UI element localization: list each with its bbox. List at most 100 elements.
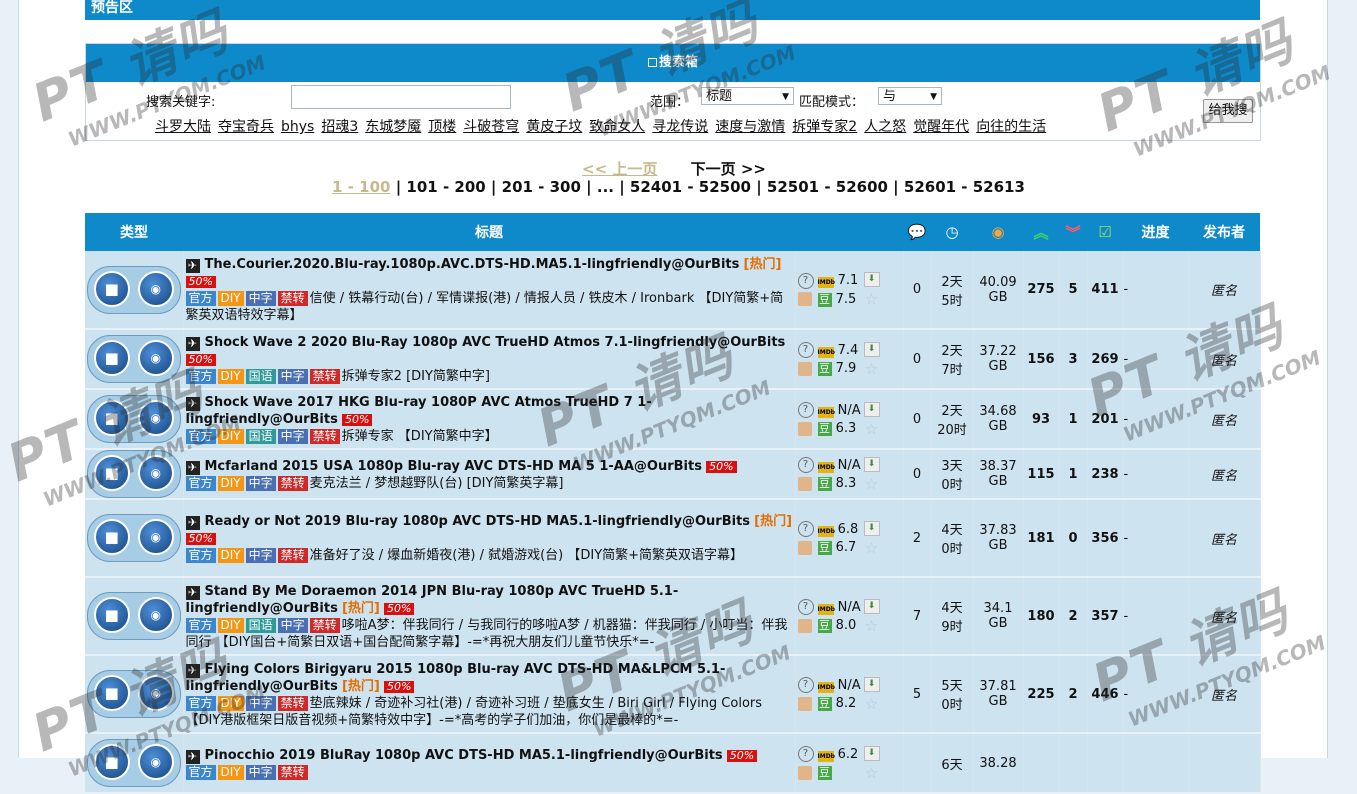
comments-count[interactable]: 0 — [903, 329, 932, 390]
hot-keyword-link[interactable]: 斗破苍穹 — [463, 119, 519, 135]
next-page-link[interactable]: 下一页 >> — [691, 160, 766, 178]
comments-count[interactable]: 5 — [903, 655, 932, 734]
search-box-header[interactable]: 搜索箱 — [86, 44, 1260, 82]
table-row[interactable]: ■ ◉ ✈ Pinocchio 2019 BluRay 1080p AVC DTS… — [85, 733, 1261, 794]
hot-keyword-link[interactable]: 斗罗大陆 — [155, 119, 211, 135]
rss-icon[interactable] — [797, 292, 812, 306]
completed-count[interactable]: 238 — [1087, 449, 1124, 500]
completed-count[interactable]: 201 — [1087, 389, 1124, 450]
bookmark-star-icon[interactable]: ☆ — [865, 361, 878, 377]
col-type[interactable]: 类型 — [85, 213, 183, 251]
download-icon[interactable]: ⬇ — [863, 745, 880, 761]
scope-select[interactable]: 标题 ▼ — [701, 87, 794, 105]
completed-icon[interactable]: ☑ — [1098, 223, 1111, 241]
col-seeders[interactable]: ︽ — [1023, 213, 1059, 251]
seeders-count[interactable]: 93 — [1023, 389, 1060, 450]
comments-count[interactable]: 7 — [903, 577, 932, 656]
category-cell[interactable]: ■ ◉ — [85, 329, 184, 390]
download-icon[interactable]: ⬇ — [863, 272, 880, 287]
download-icon[interactable]: ⬇ — [863, 401, 880, 417]
category-cell[interactable]: ■ ◉ — [85, 733, 184, 794]
leechers-count[interactable]: 1 — [1059, 389, 1088, 450]
seeders-count[interactable] — [1023, 733, 1060, 794]
rss-icon[interactable] — [797, 361, 812, 376]
bluray-category-icon[interactable]: ■ ◉ — [86, 514, 181, 562]
table-row[interactable]: ■ ◉ ✈ The.Courier.2020.Blu-ray.1080p.AVC.… — [85, 251, 1261, 330]
completed-count[interactable]: 356 — [1087, 499, 1124, 578]
page-link[interactable]: 101 - 200 — [406, 178, 485, 196]
torrent-title-link[interactable]: Ready or Not 2019 Blu-ray 1080p AVC DTS-… — [205, 514, 751, 529]
category-cell[interactable]: ■ ◉ — [85, 389, 184, 450]
bookmark-star-icon[interactable]: ☆ — [865, 765, 878, 781]
category-cell[interactable]: ■ ◉ — [85, 577, 184, 656]
hot-keyword-link[interactable]: 觉醒年代 — [913, 119, 969, 135]
hot-keyword-link[interactable]: 寻龙传说 — [652, 119, 708, 135]
completed-count[interactable] — [1087, 733, 1124, 794]
seeders-count[interactable]: 181 — [1023, 499, 1060, 578]
bookmark-star-icon[interactable]: ☆ — [865, 540, 878, 556]
bluray-category-icon[interactable]: ■ ◉ — [86, 592, 181, 640]
expand-icon[interactable] — [647, 58, 657, 67]
hot-keyword-link[interactable]: 向往的生活 — [976, 119, 1046, 135]
torrent-title-link[interactable]: Stand By Me Doraemon 2014 JPN Blu-ray 10… — [186, 584, 679, 616]
torrent-title-link[interactable]: Pinocchio 2019 BluRay 1080p AVC DTS-HD M… — [205, 748, 723, 763]
comments-count[interactable]: 0 — [903, 251, 932, 330]
comments-count[interactable]: 0 — [903, 449, 932, 500]
hot-keyword-link[interactable]: 致命女人 — [589, 119, 645, 135]
bluray-category-icon[interactable]: ■ ◉ — [86, 395, 181, 443]
hot-keyword-link[interactable]: 速度与激情 — [715, 119, 785, 135]
category-cell[interactable]: ■ ◉ — [85, 449, 184, 500]
hot-keyword-link[interactable]: 人之怒 — [864, 119, 906, 135]
bookmark-star-icon[interactable]: ☆ — [865, 292, 878, 307]
torrent-title-link[interactable]: Shock Wave 2 2020 Blu-Ray 1080p AVC True… — [205, 335, 786, 350]
completed-count[interactable]: 357 — [1087, 577, 1124, 656]
bluray-category-icon[interactable]: ■ ◉ — [86, 335, 181, 383]
col-progress[interactable]: 进度 — [1123, 213, 1188, 251]
seeders-count[interactable]: 115 — [1023, 449, 1060, 500]
table-row[interactable]: ■ ◉ ✈ Ready or Not 2019 Blu-ray 1080p AVC… — [85, 499, 1261, 578]
table-row[interactable]: ■ ◉ ✈ Shock Wave 2 2020 Blu-Ray 1080p AVC… — [85, 329, 1261, 390]
comments-count[interactable] — [903, 733, 932, 794]
table-row[interactable]: ■ ◉ ✈ Mcfarland 2015 USA 1080p Blu-ray AV… — [85, 449, 1261, 500]
bookmark-star-icon[interactable]: ☆ — [865, 618, 878, 634]
leechers-count[interactable]: 5 — [1059, 251, 1088, 330]
rss-icon[interactable] — [797, 476, 812, 491]
bluray-category-icon[interactable]: ■ ◉ — [86, 670, 181, 718]
completed-count[interactable]: 446 — [1087, 655, 1124, 734]
prev-page-link[interactable]: << 上一页 — [582, 160, 657, 178]
torrent-title-link[interactable]: Mcfarland 2015 USA 1080p Blu-ray AVC DTS… — [205, 459, 702, 474]
torrent-title-link[interactable]: The.Courier.2020.Blu-ray.1080p.AVC.DTS-H… — [205, 257, 740, 272]
col-uploader[interactable]: 发布者 — [1188, 213, 1260, 251]
hot-keyword-link[interactable]: 招魂3 — [321, 119, 358, 135]
hot-keyword-link[interactable]: bhys — [281, 119, 314, 135]
col-title[interactable]: 标题 — [183, 213, 795, 251]
bookmark-star-icon[interactable]: ☆ — [865, 421, 878, 437]
leechers-count[interactable]: 3 — [1059, 329, 1088, 390]
seeders-count[interactable]: 156 — [1023, 329, 1060, 390]
download-icon[interactable]: ⬇ — [863, 520, 880, 536]
torrent-title-link[interactable]: Shock Wave 2017 HKG Blu-ray 1080P AVC At… — [186, 395, 652, 427]
leechers-count[interactable]: 0 — [1059, 499, 1088, 578]
bluray-category-icon[interactable]: ■ ◉ — [86, 739, 181, 787]
match-select[interactable]: 与 ▼ — [878, 87, 942, 105]
leechers-icon[interactable]: ︾ — [1065, 222, 1080, 243]
leechers-count[interactable]: 2 — [1059, 655, 1088, 734]
comments-count[interactable]: 2 — [903, 499, 932, 578]
category-cell[interactable]: ■ ◉ — [85, 655, 184, 734]
table-row[interactable]: ■ ◉ ✈ Flying Colors Birigyaru 2015 1080p … — [85, 655, 1261, 734]
hot-keyword-link[interactable]: 东城梦魇 — [365, 119, 421, 135]
page-link[interactable]: 52501 - 52600 — [767, 178, 888, 196]
bookmark-star-icon[interactable]: ☆ — [865, 696, 878, 712]
size-icon[interactable]: ◉ — [991, 223, 1004, 241]
download-icon[interactable]: ⬇ — [863, 341, 880, 357]
leechers-count[interactable]: 1 — [1059, 449, 1088, 500]
completed-count[interactable]: 411 — [1087, 251, 1124, 330]
col-completed[interactable]: ☑ — [1087, 213, 1123, 251]
col-comments[interactable]: 💬 — [903, 213, 931, 251]
completed-count[interactable]: 269 — [1087, 329, 1124, 390]
seeders-count[interactable]: 275 — [1023, 251, 1060, 330]
bookmark-star-icon[interactable]: ☆ — [865, 476, 878, 492]
comments-count[interactable]: 0 — [903, 389, 932, 450]
rss-icon[interactable] — [797, 765, 812, 780]
col-size[interactable]: ◉ — [973, 213, 1023, 251]
